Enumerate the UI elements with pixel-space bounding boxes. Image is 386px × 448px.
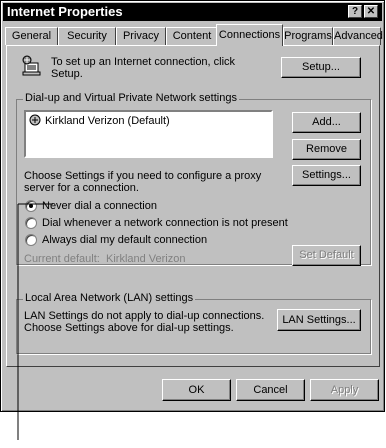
add-button[interactable]: Add... <box>292 112 361 133</box>
connection-wizard-icon <box>20 54 42 76</box>
radio-dial-whenever-label[interactable]: Dial whenever a network connection is no… <box>42 217 288 229</box>
current-default-label: Current default: <box>24 253 100 265</box>
proxy-description-line2: server for a connection. <box>24 182 139 194</box>
tab-content[interactable]: Content <box>166 27 218 45</box>
setup-description-line2: Setup. <box>51 68 83 80</box>
apply-button: Apply <box>310 379 379 401</box>
radio-dial-whenever[interactable] <box>25 217 37 229</box>
radio-selected-dot <box>29 204 33 208</box>
help-button[interactable]: ? <box>348 5 362 18</box>
title-bar[interactable]: Internet Properties ? ✕ <box>3 3 382 21</box>
connections-listbox[interactable]: Kirkland Verizon (Default) <box>24 110 273 158</box>
radio-never-dial[interactable] <box>25 200 37 212</box>
lan-description-line2: Choose Settings above for dial-up settin… <box>24 322 234 334</box>
tab-programs[interactable]: Programs <box>283 27 333 45</box>
cancel-button[interactable]: Cancel <box>236 379 305 401</box>
radio-never-dial-label[interactable]: Never dial a connection <box>42 200 157 212</box>
current-default-value: Kirkland Verizon <box>106 253 186 265</box>
list-item[interactable]: Kirkland Verizon (Default) <box>45 115 170 127</box>
window-title: Internet Properties <box>7 4 123 19</box>
radio-always-dial-label[interactable]: Always dial my default connection <box>42 234 207 246</box>
setup-description-line1: To set up an Internet connection, click <box>51 56 236 68</box>
ok-button[interactable]: OK <box>162 379 231 401</box>
settings-button[interactable]: Settings... <box>292 165 361 186</box>
lan-description-line1: LAN Settings do not apply to dial-up con… <box>24 310 265 322</box>
tab-security[interactable]: Security <box>58 27 116 45</box>
remove-button[interactable]: Remove <box>292 139 361 160</box>
lan-group-label: Local Area Network (LAN) settings <box>23 292 196 304</box>
dialup-group-label: Dial-up and Virtual Private Network sett… <box>23 92 239 104</box>
set-default-button: Set Default <box>292 245 361 266</box>
tab-connections[interactable]: Connections <box>216 24 283 46</box>
tab-privacy[interactable]: Privacy <box>116 27 166 45</box>
tab-general[interactable]: General <box>5 27 58 45</box>
dialup-connection-icon <box>29 114 41 126</box>
close-button[interactable]: ✕ <box>364 5 378 18</box>
connections-panel: To set up an Internet connection, click … <box>6 45 380 367</box>
setup-button[interactable]: Setup... <box>281 57 361 78</box>
internet-properties-dialog: Internet Properties ? ✕ General Security… <box>0 0 385 412</box>
tab-advanced[interactable]: Advanced <box>333 27 383 45</box>
lan-settings-button[interactable]: LAN Settings... <box>277 309 361 331</box>
radio-always-dial[interactable] <box>25 234 37 246</box>
proxy-description-line1: Choose Settings if you need to configure… <box>24 170 262 182</box>
